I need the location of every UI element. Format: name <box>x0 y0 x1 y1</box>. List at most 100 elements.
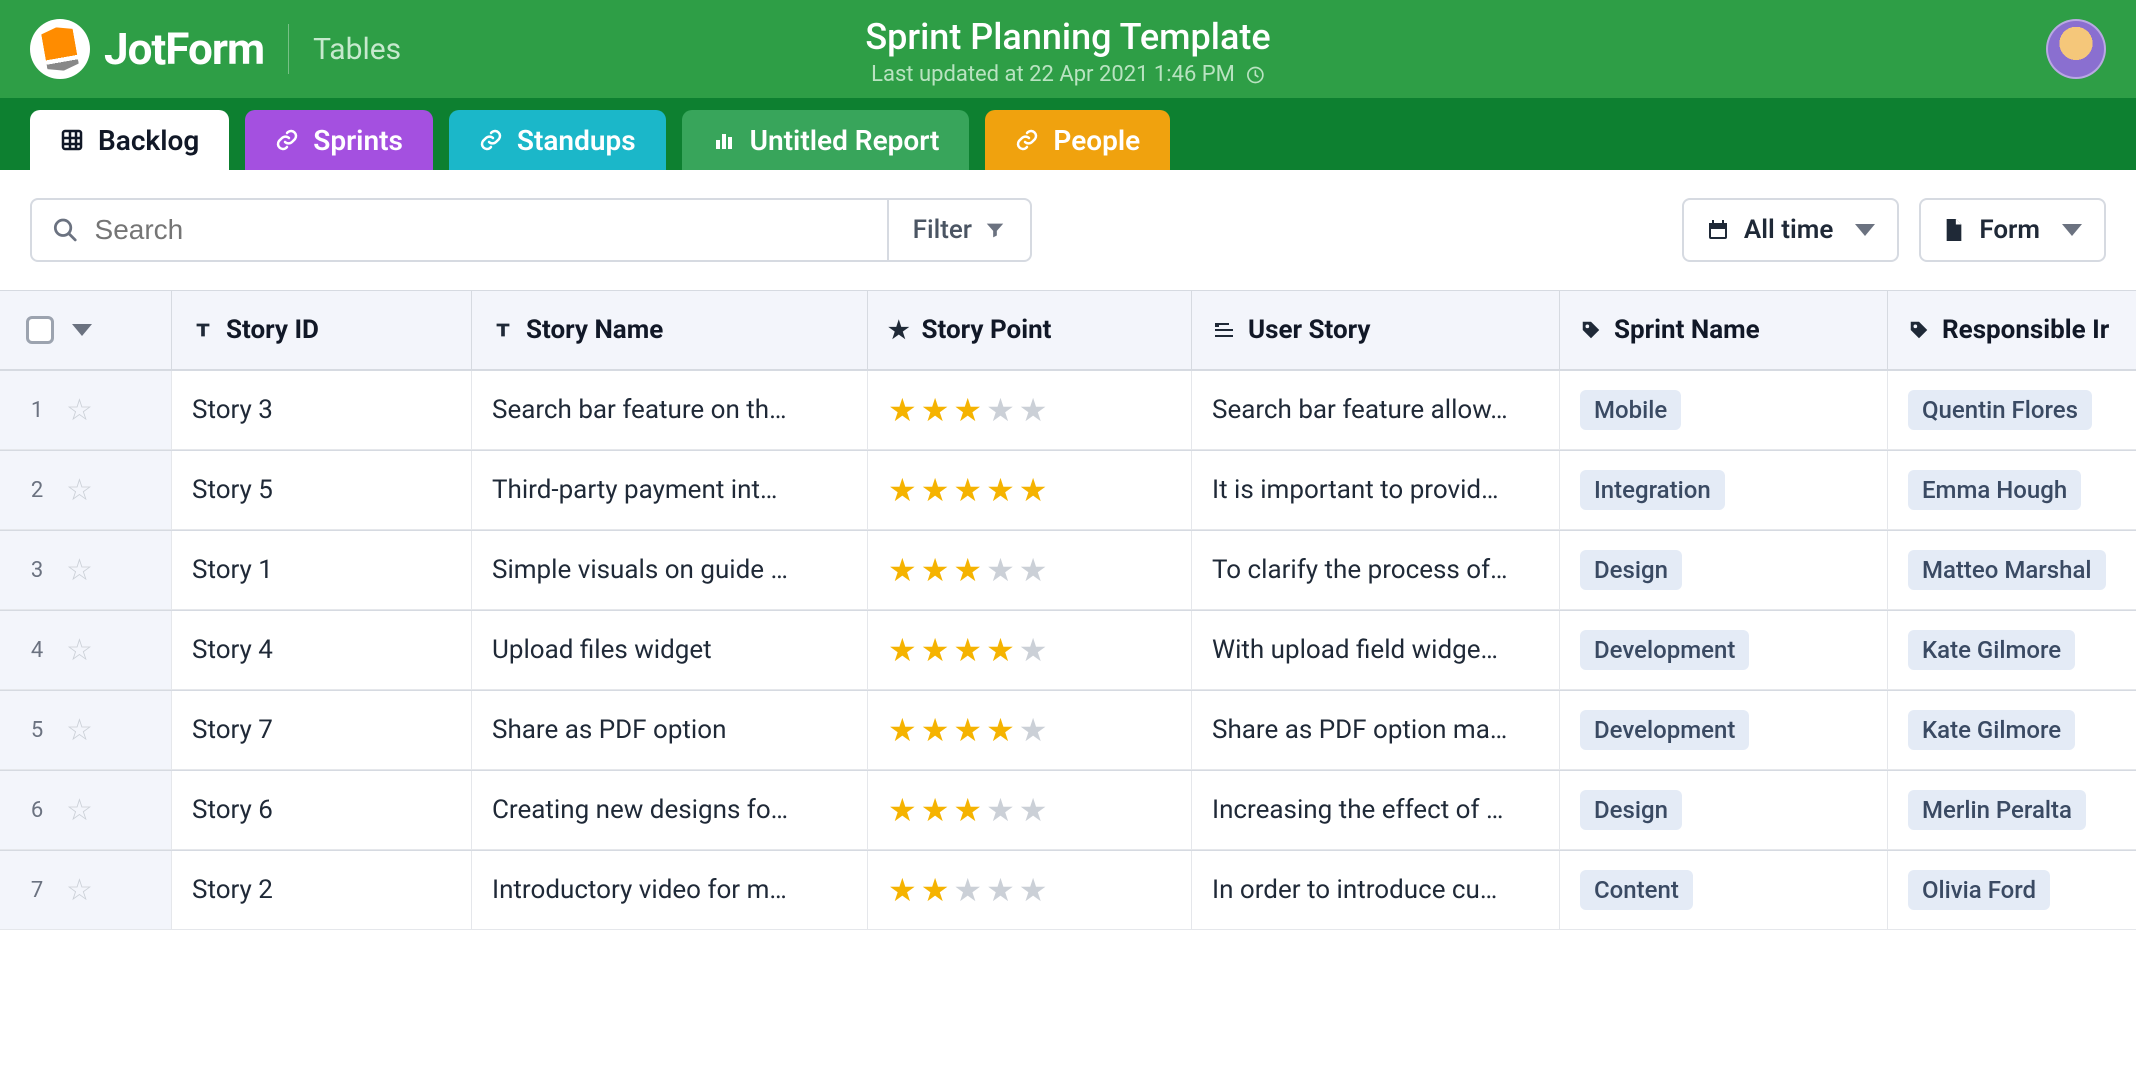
cell-user-story[interactable]: With upload field widge… <box>1192 611 1560 690</box>
cell-user-story[interactable]: Search bar feature allow… <box>1192 371 1560 450</box>
tab-report[interactable]: Untitled Report <box>682 110 970 170</box>
cell-story-point[interactable]: ★★★★★ <box>868 851 1192 930</box>
table-row[interactable]: 2 ☆ Story 5 Third-party payment int… ★★★… <box>0 450 2136 530</box>
avatar[interactable] <box>2046 19 2106 79</box>
row-gutter[interactable]: 2 ☆ <box>0 451 172 530</box>
cell-story-name[interactable]: Share as PDF option <box>472 691 868 770</box>
cell-user-story[interactable]: Share as PDF option ma… <box>1192 691 1560 770</box>
favorite-star-icon[interactable]: ☆ <box>66 633 93 668</box>
tab-people[interactable]: People <box>985 110 1170 170</box>
star-rating[interactable]: ★★★★★ <box>888 391 1047 429</box>
row-gutter[interactable]: 1 ☆ <box>0 371 172 450</box>
cell-story-point[interactable]: ★★★★★ <box>868 451 1192 530</box>
column-header-story_id[interactable]: Story ID <box>172 291 472 369</box>
star-rating[interactable]: ★★★★★ <box>888 551 1047 589</box>
column-header-user_story[interactable]: User Story <box>1192 291 1560 369</box>
cell-user-story[interactable]: To clarify the process of… <box>1192 531 1560 610</box>
table-row[interactable]: 4 ☆ Story 4 Upload files widget ★★★★★ Wi… <box>0 610 2136 690</box>
select-all-checkbox[interactable] <box>26 316 54 344</box>
cell-story-id[interactable]: Story 7 <box>172 691 472 770</box>
column-header-rownum[interactable] <box>0 291 172 369</box>
star-rating[interactable]: ★★★★★ <box>888 471 1047 509</box>
cell-story-name[interactable]: Third-party payment int… <box>472 451 868 530</box>
table-row[interactable]: 7 ☆ Story 2 Introductory video for m… ★★… <box>0 850 2136 930</box>
chevron-down-icon[interactable] <box>72 324 92 336</box>
cell-story-name[interactable]: Creating new designs fo… <box>472 771 868 850</box>
time-filter-button[interactable]: All time <box>1682 198 1899 262</box>
cell-story-name[interactable]: Search bar feature on th… <box>472 371 868 450</box>
table-row[interactable]: 5 ☆ Story 7 Share as PDF option ★★★★★ Sh… <box>0 690 2136 770</box>
table-row[interactable]: 1 ☆ Story 3 Search bar feature on th… ★★… <box>0 370 2136 450</box>
star-icon: ★ <box>1019 791 1048 829</box>
logo[interactable]: JotForm <box>30 19 264 79</box>
column-header-responsible[interactable]: Responsible Ir <box>1888 291 2136 369</box>
row-gutter[interactable]: 4 ☆ <box>0 611 172 690</box>
row-number: 1 <box>28 398 46 423</box>
cell-story-id[interactable]: Story 1 <box>172 531 472 610</box>
row-gutter[interactable]: 3 ☆ <box>0 531 172 610</box>
tab-standups[interactable]: Standups <box>449 110 666 170</box>
favorite-star-icon[interactable]: ☆ <box>66 393 93 428</box>
cell-user-story[interactable]: In order to introduce cu… <box>1192 851 1560 930</box>
cell-responsible[interactable]: Matteo Marshal <box>1888 531 2136 610</box>
favorite-star-icon[interactable]: ☆ <box>66 553 93 588</box>
star-rating[interactable]: ★★★★★ <box>888 791 1047 829</box>
cell-user-story[interactable]: Increasing the effect of … <box>1192 771 1560 850</box>
favorite-star-icon[interactable]: ☆ <box>66 873 93 908</box>
cell-story-name[interactable]: Simple visuals on guide … <box>472 531 868 610</box>
tab-label: People <box>1053 124 1140 157</box>
cell-story-id[interactable]: Story 3 <box>172 371 472 450</box>
filter-button[interactable]: Filter <box>887 200 1030 260</box>
cell-responsible[interactable]: Emma Hough <box>1888 451 2136 530</box>
column-header-sprint_name[interactable]: Sprint Name <box>1560 291 1888 369</box>
cell-story-id[interactable]: Story 5 <box>172 451 472 530</box>
cell-responsible[interactable]: Olivia Ford <box>1888 851 2136 930</box>
search-input[interactable] <box>95 214 867 246</box>
cell-sprint-name[interactable]: Mobile <box>1560 371 1888 450</box>
cell-sprint-name[interactable]: Development <box>1560 611 1888 690</box>
favorite-star-icon[interactable]: ☆ <box>66 793 93 828</box>
cell-story-point[interactable]: ★★★★★ <box>868 691 1192 770</box>
page-title[interactable]: Sprint Planning Template <box>865 16 1270 58</box>
cell-story-id[interactable]: Story 6 <box>172 771 472 850</box>
cell-sprint-name[interactable]: Design <box>1560 531 1888 610</box>
cell-responsible[interactable]: Quentin Flores <box>1888 371 2136 450</box>
tab-backlog[interactable]: Backlog <box>30 110 229 170</box>
search-box[interactable] <box>32 200 887 260</box>
column-header-story_point[interactable]: ★Story Point <box>868 291 1192 369</box>
row-gutter[interactable]: 5 ☆ <box>0 691 172 770</box>
cell-sprint-name[interactable]: Integration <box>1560 451 1888 530</box>
star-icon: ★ <box>888 551 917 589</box>
cell-user-story[interactable]: It is important to provid… <box>1192 451 1560 530</box>
cell-responsible[interactable]: Kate Gilmore <box>1888 611 2136 690</box>
cell-story-point[interactable]: ★★★★★ <box>868 771 1192 850</box>
cell-story-name[interactable]: Upload files widget <box>472 611 868 690</box>
cell-responsible[interactable]: Kate Gilmore <box>1888 691 2136 770</box>
favorite-star-icon[interactable]: ☆ <box>66 713 93 748</box>
cell-sprint-name[interactable]: Design <box>1560 771 1888 850</box>
table-row[interactable]: 3 ☆ Story 1 Simple visuals on guide … ★★… <box>0 530 2136 610</box>
cell-story-id[interactable]: Story 4 <box>172 611 472 690</box>
star-icon: ★ <box>921 631 950 669</box>
cell-responsible[interactable]: Merlin Peralta <box>1888 771 2136 850</box>
star-rating[interactable]: ★★★★★ <box>888 631 1047 669</box>
cell-story-point[interactable]: ★★★★★ <box>868 531 1192 610</box>
favorite-star-icon[interactable]: ☆ <box>66 473 93 508</box>
row-gutter[interactable]: 6 ☆ <box>0 771 172 850</box>
star-rating[interactable]: ★★★★★ <box>888 711 1047 749</box>
row-gutter[interactable]: 7 ☆ <box>0 851 172 930</box>
responsible-tag: Quentin Flores <box>1908 390 2092 430</box>
column-header-story_name[interactable]: Story Name <box>472 291 868 369</box>
cell-story-id[interactable]: Story 2 <box>172 851 472 930</box>
table-row[interactable]: 6 ☆ Story 6 Creating new designs fo… ★★★… <box>0 770 2136 850</box>
cell-sprint-name[interactable]: Development <box>1560 691 1888 770</box>
form-button[interactable]: Form <box>1919 198 2106 262</box>
section-label[interactable]: Tables <box>313 32 401 67</box>
cell-story-name[interactable]: Introductory video for m… <box>472 851 868 930</box>
star-rating[interactable]: ★★★★★ <box>888 871 1047 909</box>
cell-story-point[interactable]: ★★★★★ <box>868 371 1192 450</box>
star-icon: ★ <box>953 631 982 669</box>
tab-sprints[interactable]: Sprints <box>245 110 433 170</box>
cell-story-point[interactable]: ★★★★★ <box>868 611 1192 690</box>
cell-sprint-name[interactable]: Content <box>1560 851 1888 930</box>
